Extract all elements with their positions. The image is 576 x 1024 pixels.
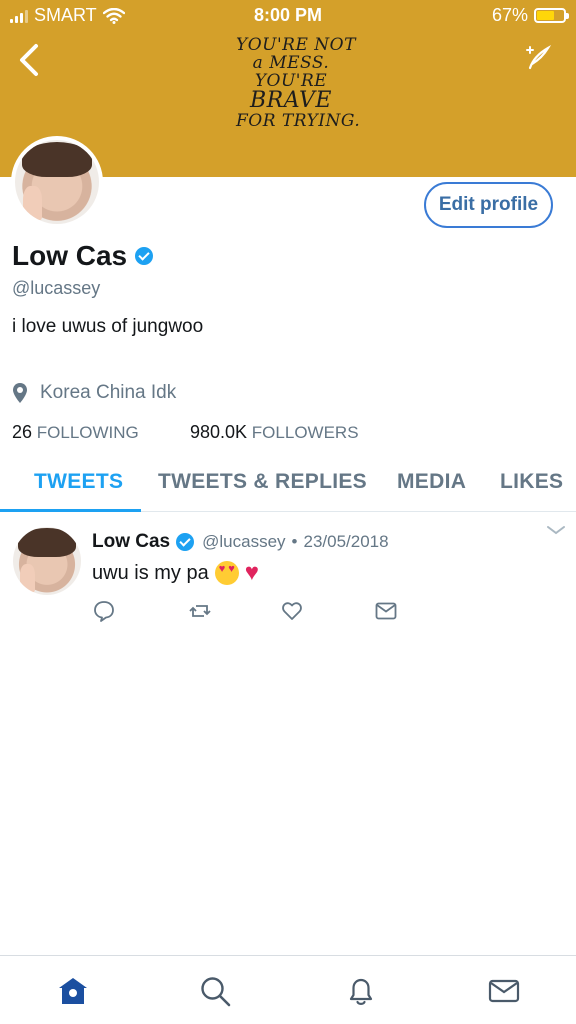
tweet-separator: • [291,532,298,551]
tweet-author-handle: @lucassey [202,532,286,551]
quote-line: BRAVE [250,88,332,113]
verified-badge-icon [135,247,154,265]
battery-level [537,11,555,20]
status-right: 67% [491,5,569,26]
active-tab-indicator [0,509,141,512]
tab-media[interactable]: MEDIA [397,470,466,494]
back-icon[interactable] [14,42,46,78]
profile-location: Korea China Idk [12,382,176,404]
retweet-icon[interactable] [188,599,212,623]
tweet-actions [92,599,412,627]
following-count: 26 [12,422,33,442]
avatar-hand [23,186,42,220]
tab-tweets[interactable]: TWEETS [34,470,123,494]
status-bar: SMART 8:00 PM 67% [0,0,576,32]
battery-percent: 67% [491,5,528,25]
quote-line: a MESS. [252,53,330,73]
followers-count-link[interactable]: 980.0K FOLLOWERS [190,422,359,443]
profile-bio: i love uwus of jungwoo [12,316,204,337]
avatar-photo [15,140,99,224]
profile-name-row: Low Cas [12,240,154,272]
following-count-link[interactable]: 26 FOLLOWING [12,422,139,443]
tweet-date: 23/05/2018 [303,532,389,551]
home-icon[interactable] [56,974,90,1008]
profile-name: Low Cas [12,240,128,271]
quote-line: FOR TRYING. [236,111,361,131]
profile-handle: @lucassey [12,278,101,298]
chevron-down-icon[interactable] [546,523,566,537]
reply-icon[interactable] [92,599,116,623]
search-icon[interactable] [198,974,232,1008]
tweet-header: Low Cas @lucassey • 23/05/2018 [92,531,389,553]
bottom-navigation [0,955,576,1024]
location-text: Korea China Idk [40,382,177,403]
status-time: 8:00 PM [253,5,323,25]
following-label: FOLLOWING [36,423,139,442]
edit-profile-button[interactable]: Edit profile [424,182,553,228]
battery-icon [534,8,569,23]
dm-icon[interactable] [374,599,398,623]
tweet-item[interactable]: Low Cas @lucassey • 23/05/2018 uwu is my… [0,513,576,633]
followers-label: FOLLOWERS [251,423,359,442]
avatar-hand [19,564,35,592]
messages-icon[interactable] [487,974,521,1008]
tweet-body: uwu is my pa [92,561,209,584]
profile-tabs: TWEETS TWEETS & REPLIES MEDIA LIKES [0,462,576,512]
followers-count: 980.0K [190,422,248,442]
verified-badge-icon [176,533,195,551]
quote-line: YOU'RE NOT [236,35,356,55]
tab-likes[interactable]: LIKES [500,470,563,494]
tweet-text: uwu is my pa ♥ [92,561,259,585]
avatar-hair [21,141,93,177]
red-heart-emoji-icon: ♥ [244,559,259,586]
tweet-avatar[interactable] [13,527,81,595]
heart-eyes-emoji-icon [214,561,239,585]
compose-icon[interactable] [524,44,552,72]
tab-tweets-replies[interactable]: TWEETS & REPLIES [158,470,367,494]
like-icon[interactable] [280,599,304,623]
avatar-hair [18,528,76,557]
tweet-author-name: Low Cas [92,531,171,552]
notifications-icon[interactable] [344,974,378,1008]
profile-avatar[interactable] [11,136,103,228]
location-pin-icon [13,383,27,403]
banner-quote: YOU'RE NOT a MESS. YOU'RE BRAVE FOR TRYI… [236,35,361,144]
